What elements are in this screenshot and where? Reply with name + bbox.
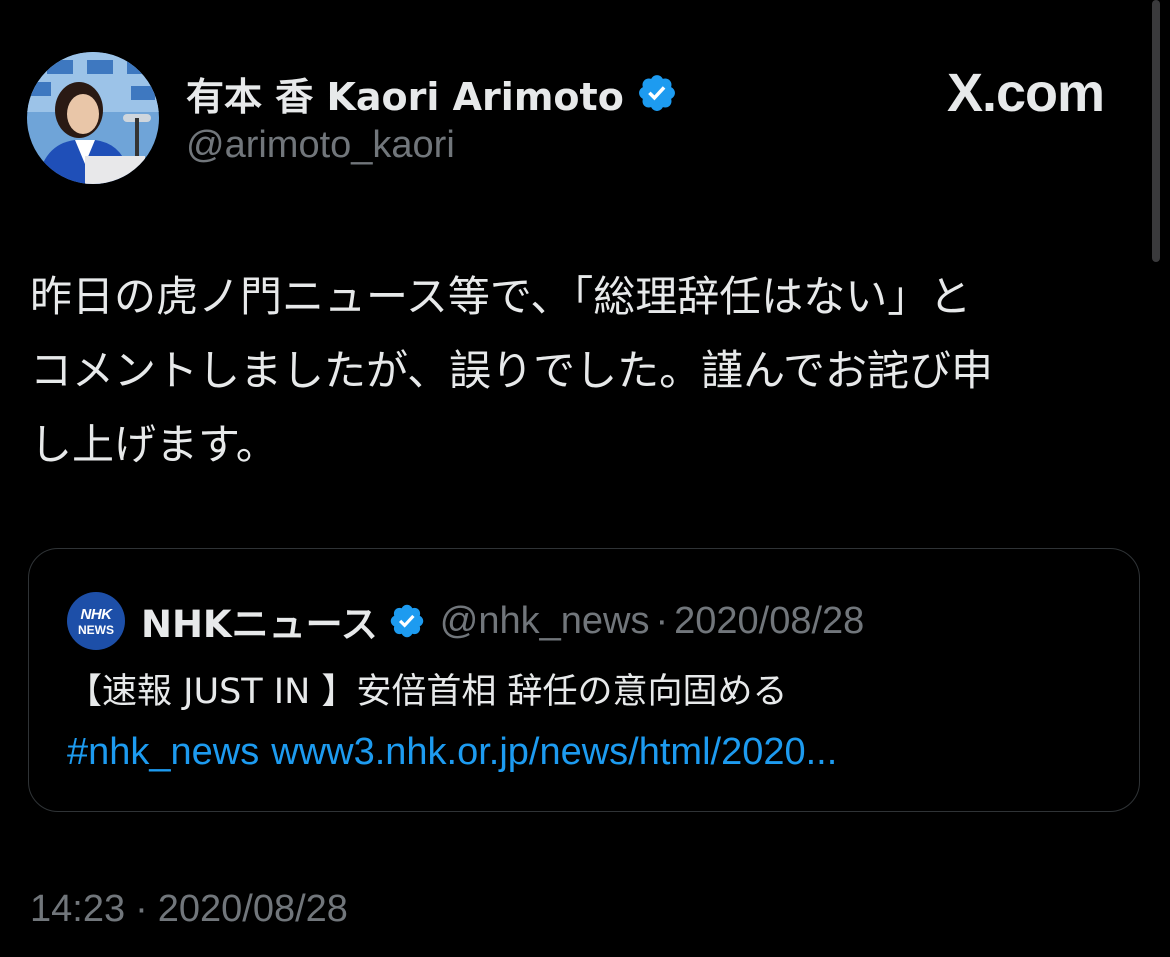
tweet-text: 昨日の虎ノ門ニュース等で、「総理辞任はない」と コメントしましたが、誤りでした。… [30,260,1130,482]
verified-badge-icon [638,75,675,111]
tweet-text-line: し上げます。 [30,420,278,469]
logo-line-1: NHK [80,605,113,623]
x-com-logo: X.com [946,63,1105,123]
quoted-tweet-links: #nhk_news www3.nhk.or.jp/news/html/2020..… [67,723,837,781]
verified-badge-icon [390,604,423,638]
tweet-timestamp[interactable]: 14:23 · 2020/08/28 [30,888,348,931]
logo-line-2: NEWS [78,622,114,637]
quoted-tweet-text: 【速報 JUST IN 】安倍首相 辞任の意向固める [67,672,788,712]
author-name-row[interactable]: 有本 香 Kaori Arimoto [186,70,678,119]
tweet-date: 2020/08/28 [157,888,348,930]
user-avatar-photo-icon [27,52,159,184]
quoted-tweet-header: NHK NEWS NHKニュース @nhk_news · 2020/08/28 [67,592,865,650]
url-link[interactable]: www3.nhk.or.jp/news/html/2020... [271,731,837,773]
hashtag-link[interactable]: #nhk_news [67,731,259,773]
tweet-text-line: 昨日の虎ノ門ニュース等で、「総理辞任はない」と [30,272,972,321]
scrollbar[interactable] [1152,0,1160,262]
author-avatar[interactable] [27,52,159,184]
separator-dot: · [655,599,669,642]
author-handle[interactable]: @arimoto_kaori [186,124,455,167]
nhk-news-logo-icon: NHK NEWS [67,592,125,650]
tweet-time: 14:23 [30,888,126,930]
author-display-name[interactable]: 有本 香 Kaori Arimoto [186,66,624,121]
quoted-author-name: NHKニュース [141,603,378,646]
quoted-author-handle: @nhk_news [439,599,650,642]
quoted-tweet-card[interactable]: NHK NEWS NHKニュース @nhk_news · 2020/08/28 … [28,548,1140,812]
quoted-tweet-date: 2020/08/28 [674,599,865,642]
tweet-text-line: コメントしましたが、誤りでした。謹んでお詫び申 [30,346,994,395]
separator-dot: · [135,888,148,930]
